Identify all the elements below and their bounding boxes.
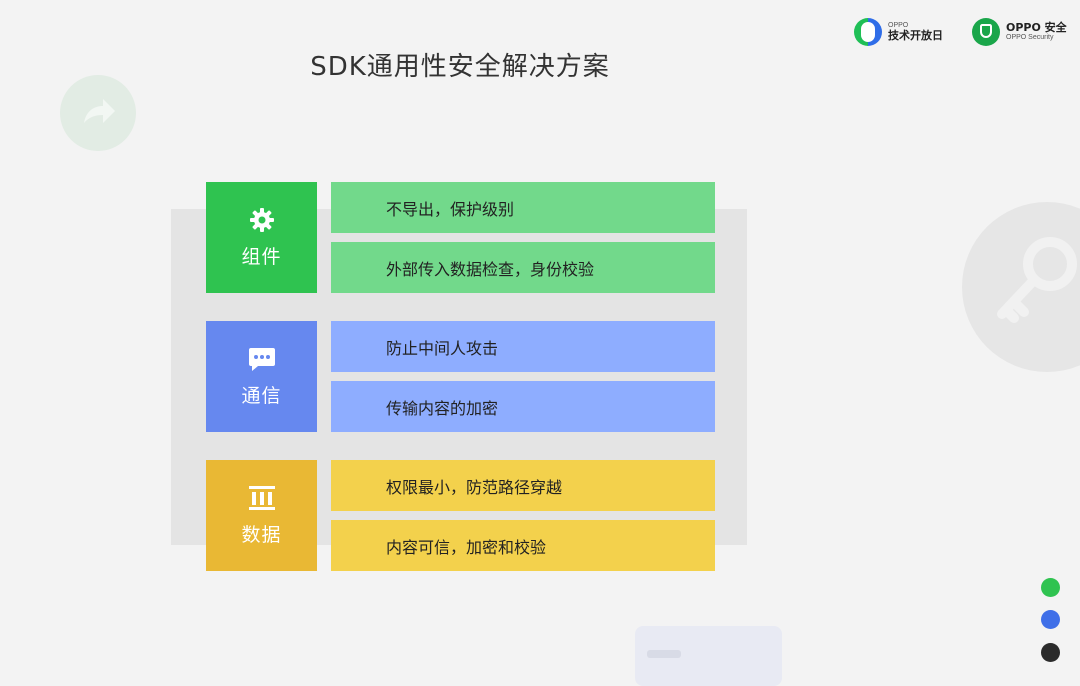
logo-main-text: 技术开放日 (888, 28, 943, 42)
chat-bubble-icon (248, 345, 276, 373)
category-label: 通信 (241, 385, 282, 407)
category-label: 数据 (241, 524, 282, 546)
page-title: SDK通用性安全解决方案 (310, 52, 610, 82)
communication-item-2: 传输内容的加密 (331, 381, 715, 432)
gear-icon (248, 206, 276, 234)
bank-icon (248, 484, 276, 512)
nav-dot-blue[interactable] (1041, 610, 1060, 629)
oppo-o-icon (854, 18, 882, 46)
component-item-2: 外部传入数据检查，身份校验 (331, 242, 715, 293)
component-item-1: 不导出，保护级别 (331, 182, 715, 233)
shield-icon (972, 18, 1000, 46)
category-communication: 通信 (206, 321, 317, 432)
category-data: 数据 (206, 460, 317, 571)
decorative-card (635, 626, 782, 686)
nav-dot-black[interactable] (1041, 643, 1060, 662)
share-arrow-icon (60, 75, 136, 151)
security-logo-small-text: OPPO Security (1006, 34, 1054, 42)
security-logo-main-text: OPPO 安全 (1006, 21, 1067, 35)
category-component: 组件 (206, 182, 317, 293)
data-item-1: 权限最小，防范路径穿越 (331, 460, 715, 511)
data-item-2: 内容可信，加密和校验 (331, 520, 715, 571)
communication-item-1: 防止中间人攻击 (331, 321, 715, 372)
oppo-tech-day-logo: OPPO 技术开放日 (854, 18, 943, 46)
oppo-security-logo: OPPO 安全 OPPO Security (972, 18, 1067, 46)
nav-dot-green[interactable] (1041, 578, 1060, 597)
category-label: 组件 (241, 246, 282, 268)
key-icon (962, 202, 1080, 372)
